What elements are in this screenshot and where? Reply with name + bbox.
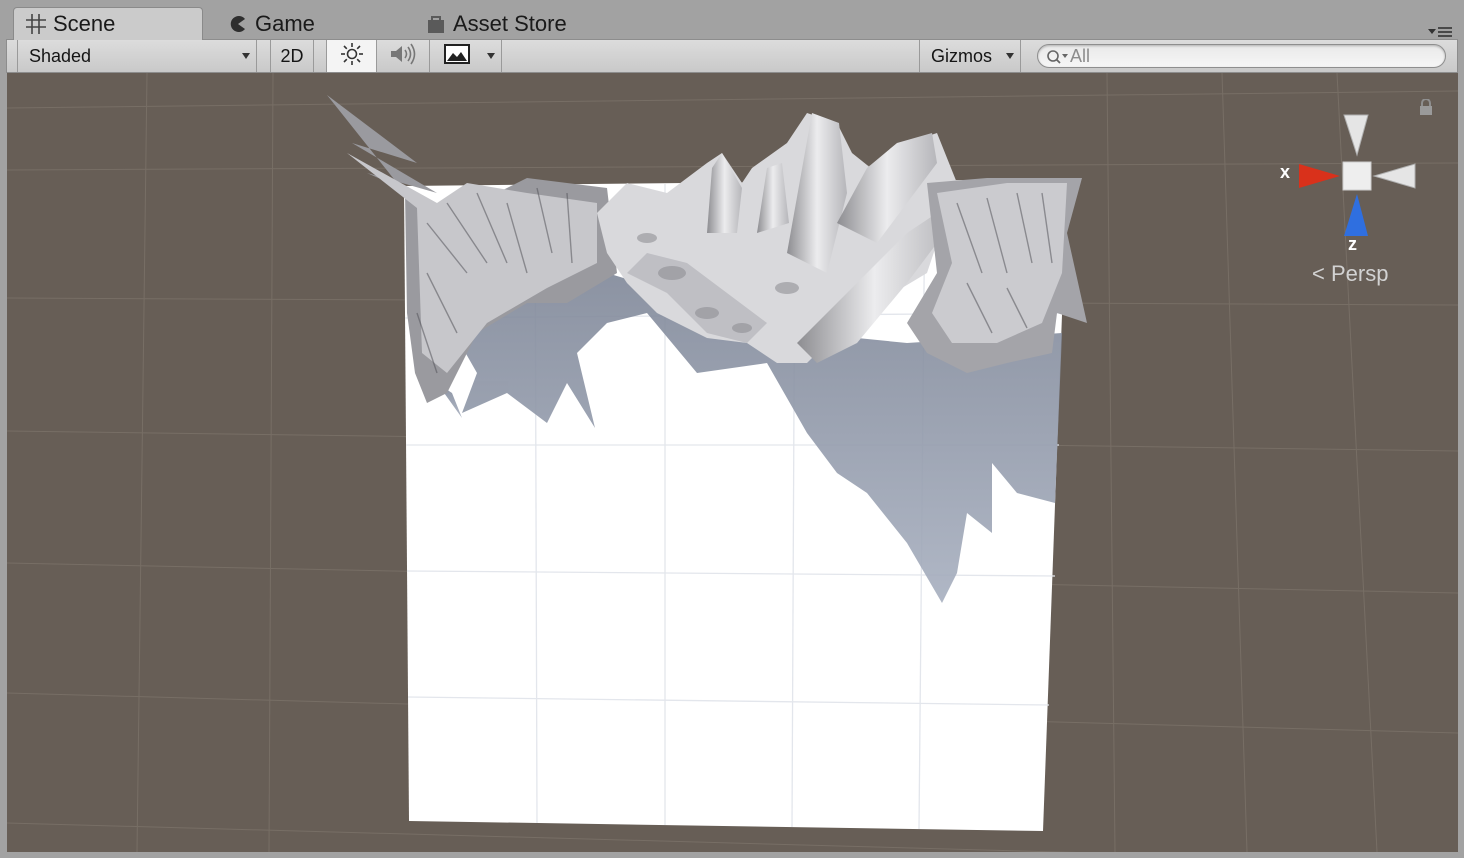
scene-audio-toggle[interactable] — [377, 40, 430, 72]
scene-toolbar: Shaded 2D Gizmos All — [6, 39, 1458, 73]
gizmo-center-cube[interactable] — [1342, 161, 1372, 191]
gizmos-dropdown[interactable]: Gizmos — [919, 40, 1021, 72]
sun-icon — [340, 42, 364, 71]
search-placeholder: All — [1070, 46, 1091, 66]
projection-toggle[interactable]: < Persp — [1312, 261, 1388, 287]
2d-mode-label: 2D — [280, 45, 304, 66]
tab-game-label: Game — [255, 10, 315, 36]
draw-mode-label: Shaded — [29, 45, 92, 66]
perspective-chevron-icon: < — [1312, 261, 1331, 286]
dropdown-arrow-icon — [1006, 53, 1014, 59]
scene-effects-dropdown[interactable] — [430, 40, 502, 72]
tab-asset-store[interactable]: Asset Store — [424, 7, 567, 40]
gizmos-label: Gizmos — [931, 45, 993, 66]
speaker-icon — [388, 42, 418, 71]
search-input[interactable]: All — [1037, 44, 1446, 68]
image-icon — [444, 43, 470, 69]
draw-mode-dropdown[interactable]: Shaded — [17, 40, 257, 72]
search-icon — [1046, 49, 1070, 70]
tab-game[interactable]: Game — [226, 7, 315, 40]
gizmo-z-label: z — [1348, 234, 1357, 254]
projection-label: Persp — [1330, 261, 1389, 286]
pacman-icon — [226, 12, 250, 36]
grid-icon — [24, 12, 48, 36]
gizmo-x-label: x — [1280, 162, 1291, 182]
scene-viewport[interactable]: x z < Persp — [7, 73, 1458, 852]
tab-scene[interactable]: Scene — [13, 7, 203, 40]
gizmo-z-cone[interactable] — [1344, 194, 1368, 236]
scene-render — [7, 73, 1458, 852]
panel-menu-icon[interactable] — [1424, 24, 1454, 38]
tab-bar: Scene Game Asset Store — [0, 0, 1464, 40]
orientation-gizmo[interactable]: x z — [1277, 105, 1437, 265]
dropdown-arrow-icon — [242, 53, 250, 59]
gizmo-neg-x-cone[interactable] — [1372, 163, 1416, 189]
gizmo-x-cone[interactable] — [1299, 164, 1340, 188]
dropdown-arrow-icon — [487, 53, 495, 59]
gizmo-y-cone[interactable] — [1343, 114, 1369, 157]
tab-asset-store-label: Asset Store — [453, 10, 567, 36]
scene-lighting-toggle[interactable] — [326, 40, 377, 72]
tab-scene-label: Scene — [53, 11, 116, 36]
2d-mode-toggle[interactable]: 2D — [270, 40, 314, 72]
store-bag-icon — [424, 12, 448, 36]
